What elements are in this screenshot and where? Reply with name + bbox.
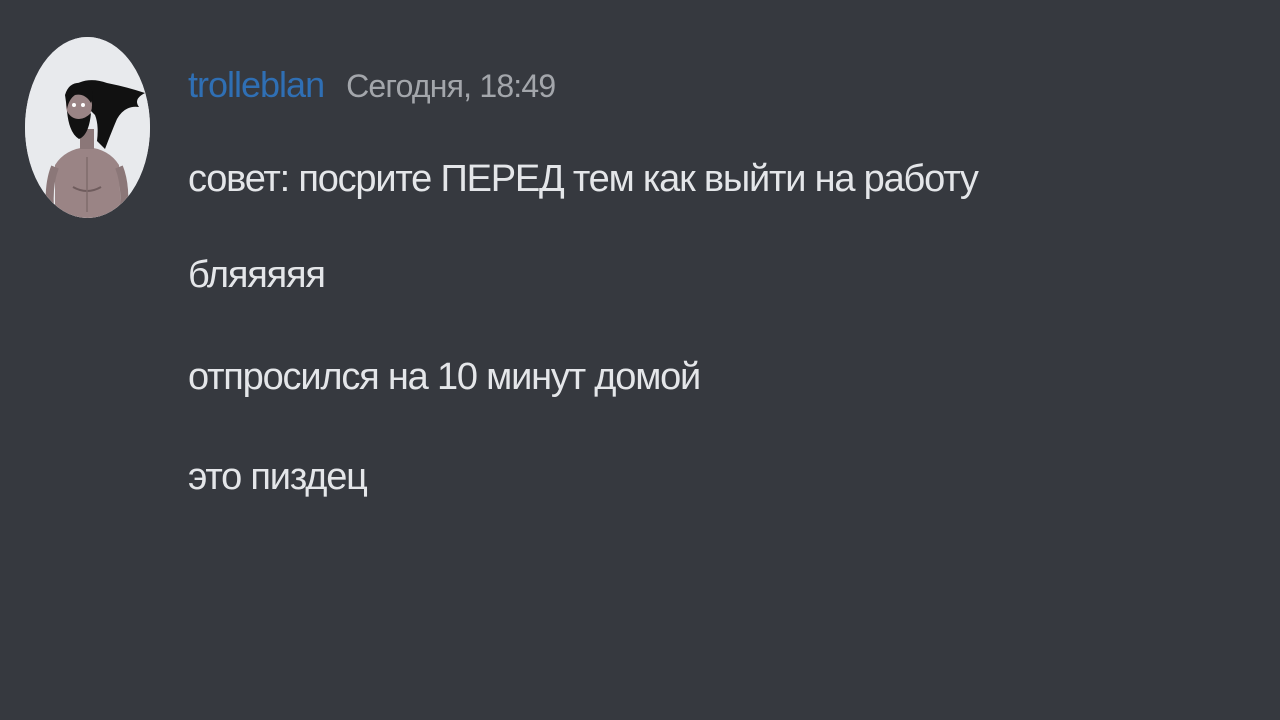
message-line: это пиздец	[188, 456, 368, 498]
message-timestamp: Сегодня, 18:49	[346, 68, 556, 104]
message-header: trolleblan Сегодня, 18:49	[188, 64, 556, 118]
username[interactable]: trolleblan	[188, 64, 325, 106]
user-avatar[interactable]	[25, 37, 150, 218]
chat-window: trolleblan Сегодня, 18:49 совет: посрите…	[0, 0, 1280, 720]
message-line: бляяяяя	[188, 254, 326, 296]
avatar-illustration	[25, 37, 150, 218]
message-line: отпросился на 10 минут домой	[188, 356, 701, 398]
message-line: совет: посрите ПЕРЕД тем как выйти на ра…	[188, 158, 979, 200]
